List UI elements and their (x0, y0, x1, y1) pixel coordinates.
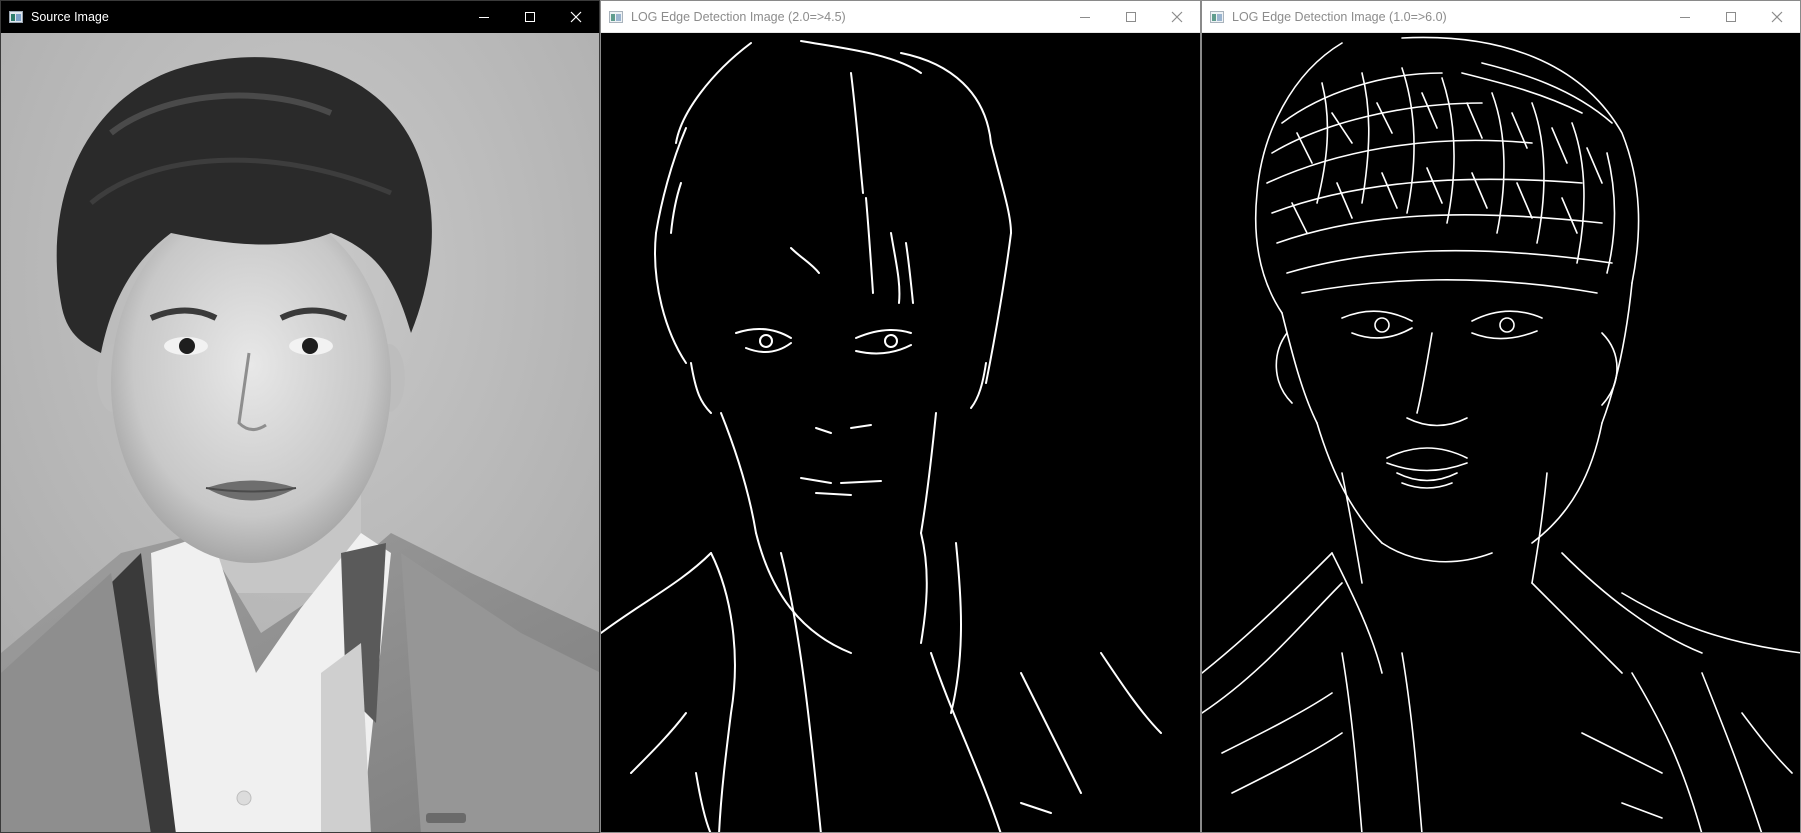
close-icon (1771, 11, 1783, 22)
minimize-icon (479, 17, 489, 18)
title-bar[interactable]: LOG Edge Detection Image (1.0=>6.0) (1202, 1, 1800, 33)
title-bar[interactable]: LOG Edge Detection Image (2.0=>4.5) (601, 1, 1200, 33)
edge-map-canvas-sparse (601, 33, 1200, 832)
app-icon (1210, 10, 1224, 23)
log-edge-window-1-0-6-0[interactable]: LOG Edge Detection Image (1.0=>6.0) (1201, 0, 1801, 833)
maximize-icon (525, 12, 535, 22)
source-image-window[interactable]: Source Image (0, 0, 600, 833)
log-edge-window-2-0-4-5[interactable]: LOG Edge Detection Image (2.0=>4.5) (600, 0, 1201, 833)
maximize-button[interactable] (507, 1, 553, 33)
window-title: Source Image (31, 10, 109, 24)
app-icon (609, 10, 623, 23)
maximize-button[interactable] (1108, 1, 1154, 32)
close-button[interactable] (1154, 1, 1200, 32)
close-button[interactable] (1754, 1, 1800, 32)
window-title: LOG Edge Detection Image (1.0=>6.0) (1232, 9, 1447, 24)
app-icon (9, 11, 23, 23)
maximize-icon (1126, 11, 1136, 22)
close-icon (1171, 11, 1183, 22)
maximize-button[interactable] (1708, 1, 1754, 32)
close-button[interactable] (553, 1, 599, 33)
edge-map-canvas-dense (1202, 33, 1800, 832)
minimize-button[interactable] (1062, 1, 1108, 32)
minimize-icon (1080, 16, 1090, 18)
dense-edge-map (1202, 36, 1800, 832)
title-bar[interactable]: Source Image (1, 1, 599, 33)
portrait-photo (1, 33, 599, 832)
source-image-canvas (1, 33, 599, 832)
minimize-button[interactable] (461, 1, 507, 33)
sparse-edge-map (601, 40, 1162, 832)
minimize-icon (1680, 16, 1690, 18)
minimize-button[interactable] (1662, 1, 1708, 32)
close-icon (570, 11, 582, 23)
maximize-icon (1726, 11, 1736, 22)
window-title: LOG Edge Detection Image (2.0=>4.5) (631, 9, 846, 24)
